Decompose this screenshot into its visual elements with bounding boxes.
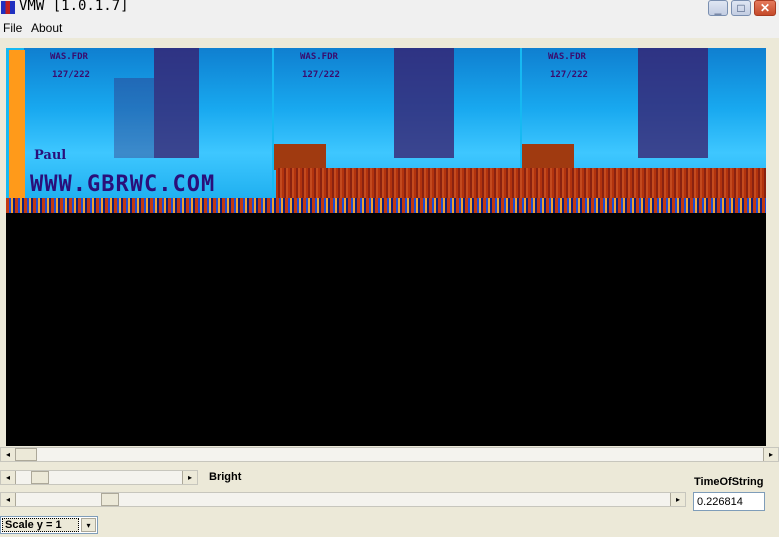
scroll-left-button[interactable]: ◂	[1, 448, 16, 461]
overlay-code: 127/222	[302, 70, 340, 80]
bright-label: Bright	[209, 471, 242, 483]
watermark-text: WWW.GBRWC.COM	[30, 172, 216, 197]
noise-band	[276, 168, 766, 200]
decoded-image-strip: WAS.FDR 127/222 WAS.FDR 127/222 WAS.FDR …	[6, 48, 766, 213]
left-arrow-icon: ◂	[5, 495, 10, 504]
title-bar: VMW [1.0.1.7] _ □ ✕	[0, 0, 779, 17]
position-right-button[interactable]: ▸	[670, 493, 685, 506]
chevron-down-icon: ▾	[86, 521, 91, 530]
overlay-title: WAS.FDR	[50, 52, 88, 62]
position-thumb[interactable]	[101, 493, 119, 506]
overlay-code: 127/222	[52, 70, 90, 80]
callsign-label: Paul	[34, 148, 67, 163]
maximize-icon: □	[737, 1, 745, 15]
scale-y-dropdown[interactable]: Scale y = 1 ▾	[0, 516, 98, 534]
time-of-string-label: TimeOfString	[694, 476, 764, 488]
time-of-string-input[interactable]	[693, 492, 765, 511]
close-button[interactable]: ✕	[754, 0, 776, 16]
right-arrow-icon: ▸	[675, 495, 680, 504]
bright-increase-button[interactable]: ▸	[182, 471, 197, 484]
scroll-thumb[interactable]	[15, 448, 37, 461]
close-icon: ✕	[759, 1, 771, 15]
minimize-button[interactable]: _	[708, 0, 728, 16]
position-left-button[interactable]: ◂	[1, 493, 16, 506]
overlay-title: WAS.FDR	[300, 52, 338, 62]
right-arrow-icon: ▸	[768, 450, 773, 459]
position-scrollbar[interactable]: ◂ ▸	[0, 492, 686, 507]
sync-bar	[9, 50, 25, 200]
maximize-button[interactable]: □	[731, 0, 751, 16]
menu-file[interactable]: File	[3, 21, 22, 35]
minimize-icon: _	[714, 1, 722, 15]
dropdown-arrow-button[interactable]: ▾	[81, 518, 96, 532]
bright-slider[interactable]: ◂ ▸	[0, 470, 198, 485]
overlay-code: 127/222	[550, 70, 588, 80]
app-icon	[1, 1, 15, 14]
bright-decrease-button[interactable]: ◂	[1, 471, 16, 484]
bright-thumb[interactable]	[31, 471, 49, 484]
scale-y-value: Scale y = 1	[2, 518, 79, 532]
image-horizontal-scrollbar[interactable]: ◂ ▸	[0, 447, 779, 462]
menu-about[interactable]: About	[31, 21, 62, 35]
window-title: VMW [1.0.1.7]	[19, 0, 129, 14]
scroll-right-button[interactable]: ▸	[763, 448, 778, 461]
right-arrow-icon: ▸	[187, 473, 192, 482]
left-arrow-icon: ◂	[5, 450, 10, 459]
menu-bar: File About	[0, 17, 779, 38]
image-viewer[interactable]: WAS.FDR 127/222 WAS.FDR 127/222 WAS.FDR …	[6, 48, 766, 446]
left-arrow-icon: ◂	[5, 473, 10, 482]
overlay-title: WAS.FDR	[548, 52, 586, 62]
noise-band	[6, 198, 766, 213]
